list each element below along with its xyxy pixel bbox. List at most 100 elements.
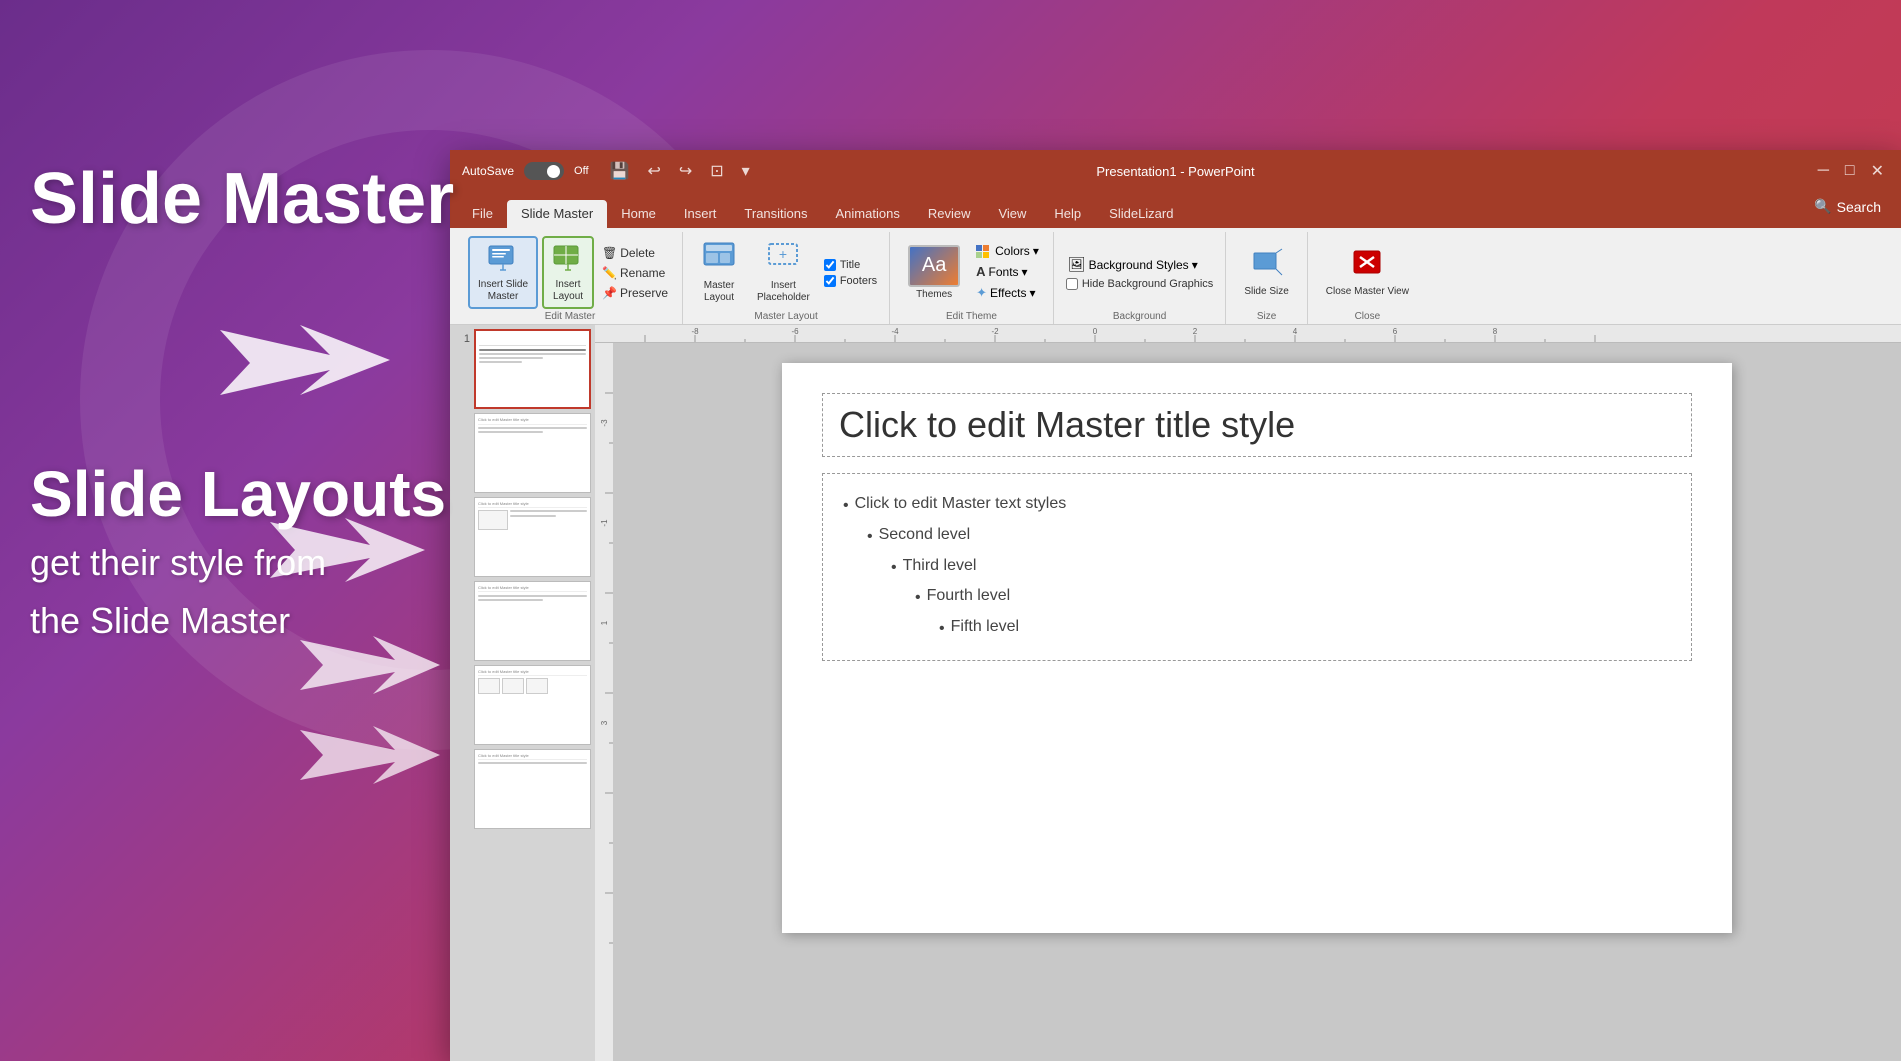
slide-thumb-6[interactable]: Click to edit Master title style	[474, 749, 591, 829]
close-icon[interactable]: ✕	[1866, 158, 1889, 184]
slide-thumb-3[interactable]: Click to edit Master title style	[474, 497, 591, 577]
slide-title-placeholder[interactable]: Click to edit Master title style	[822, 393, 1692, 457]
tab-review[interactable]: Review	[914, 200, 985, 228]
background-styles-button[interactable]: 🖼 Background Styles ▾	[1064, 254, 1215, 275]
close-master-view-icon	[1350, 247, 1384, 284]
footers-checkbox-label: Footers	[840, 275, 877, 287]
thumb-box-5c	[526, 678, 548, 694]
thumb-line-3a	[510, 510, 587, 512]
slide-canvas[interactable]: Click to edit Master title style • Click…	[782, 363, 1732, 933]
close-master-view-button[interactable]: Close Master View	[1318, 243, 1417, 302]
edit-theme-label: Edit Theme	[946, 309, 997, 322]
bullet-item-4: • Fourth level	[843, 582, 1671, 613]
insert-slide-master-button[interactable]: Insert SlideMaster	[468, 236, 538, 309]
tab-slidelizard[interactable]: SlideLizard	[1095, 200, 1187, 228]
effects-icon: ✦	[976, 285, 987, 301]
thumb-line-2b	[478, 431, 543, 433]
save-icon[interactable]: 💾	[605, 158, 635, 184]
thumb-title-5: Click to edit Master title style	[478, 669, 587, 676]
slide-size-button[interactable]: Slide Size	[1236, 243, 1296, 302]
insert-layout-button[interactable]: InsertLayout	[542, 236, 594, 309]
slide-content-placeholder[interactable]: • Click to edit Master text styles • Sec…	[822, 473, 1692, 661]
autosave-toggle[interactable]	[524, 162, 564, 180]
insert-placeholder-button[interactable]: + InsertPlaceholder	[749, 237, 818, 308]
tab-slide-master[interactable]: Slide Master	[507, 200, 607, 228]
bullet-text-1: Click to edit Master text styles	[855, 490, 1067, 521]
hide-background-label: Hide Background Graphics	[1082, 278, 1213, 290]
delete-icon: 🗑	[602, 246, 617, 260]
themes-button[interactable]: Aa Themes	[900, 241, 968, 305]
effects-button[interactable]: ✦ Effects ▾	[972, 283, 1043, 303]
tab-transitions[interactable]: Transitions	[730, 200, 821, 228]
master-layout-group: MasterLayout + InsertPlaceholder	[683, 232, 890, 324]
dropdown-icon[interactable]: ▾	[737, 158, 755, 184]
bullet-dot-1: •	[843, 492, 849, 521]
tab-insert[interactable]: Insert	[670, 200, 731, 228]
svg-text:8: 8	[1493, 327, 1498, 336]
thumb-box-5a	[478, 678, 500, 694]
colors-button[interactable]: Colors ▾	[972, 242, 1043, 260]
title-bar-controls: ─ □ ✕	[1813, 158, 1889, 184]
minimize-icon[interactable]: ─	[1813, 159, 1834, 183]
hide-background-input[interactable]	[1066, 278, 1078, 290]
color-sq-orange	[983, 245, 989, 251]
slide-canvas-wrap: Click to edit Master title style • Click…	[613, 343, 1901, 1061]
slide-thumb-wrap-3: Click to edit Master title style	[454, 497, 591, 577]
hide-background-checkbox[interactable]: Hide Background Graphics	[1064, 277, 1215, 291]
slide-edit-area: -8 -6 -4 -2 0 2 4 6 8	[595, 325, 1901, 1061]
svg-text:-1: -1	[600, 519, 609, 527]
thumb-title-2: Click to edit Master title style	[478, 417, 587, 425]
thumb-boxes-5	[478, 678, 587, 694]
delete-button[interactable]: 🗑 Delete	[598, 244, 672, 262]
undo-icon[interactable]: ↩	[642, 158, 665, 184]
tab-animations[interactable]: Animations	[822, 200, 914, 228]
thumb-line-1c	[479, 357, 543, 359]
fonts-button[interactable]: A Fonts ▾	[972, 262, 1043, 281]
bullet-item-1: • Click to edit Master text styles	[843, 490, 1671, 521]
master-layout-button[interactable]: MasterLayout	[693, 237, 745, 308]
effects-dropdown-icon: ▾	[1030, 286, 1036, 300]
bullet-item-3: • Third level	[843, 552, 1671, 583]
color-sq-green	[976, 252, 982, 258]
slide-size-label: Slide Size	[1244, 286, 1288, 298]
footers-checkbox[interactable]: Footers	[822, 274, 879, 288]
svg-text:-6: -6	[791, 327, 799, 336]
svg-text:-4: -4	[891, 327, 899, 336]
title-checkbox-input[interactable]	[824, 259, 836, 271]
preserve-button[interactable]: 📌 Preserve	[598, 284, 672, 302]
fonts-dropdown-icon: ▾	[1022, 265, 1028, 279]
slide-thumb-wrap-1: 1	[454, 329, 591, 409]
footers-checkbox-input[interactable]	[824, 275, 836, 287]
slide-thumb-2[interactable]: Click to edit Master title style	[474, 413, 591, 493]
rename-button[interactable]: ✏️ Rename	[598, 264, 672, 282]
redo-icon[interactable]: ↪	[674, 158, 697, 184]
rename-icon: ✏️	[602, 266, 617, 280]
slide-thumb-4[interactable]: Click to edit Master title style	[474, 581, 591, 661]
title-checkbox[interactable]: Title	[822, 258, 879, 272]
size-buttons: Slide Size	[1236, 236, 1296, 309]
tab-file[interactable]: File	[458, 200, 507, 228]
bullet-dot-2: •	[867, 523, 873, 552]
themes-icon: Aa	[908, 245, 960, 287]
slide-thumb-5[interactable]: Click to edit Master title style	[474, 665, 591, 745]
svg-text:0: 0	[1093, 327, 1098, 336]
maximize-icon[interactable]: □	[1840, 159, 1860, 183]
slide-thumb-content-5: Click to edit Master title style	[478, 669, 587, 741]
svg-text:3: 3	[600, 720, 609, 725]
search-label[interactable]: Search	[1837, 199, 1881, 215]
bullet-text-4: Fourth level	[927, 582, 1011, 613]
bullet-dot-4: •	[915, 584, 921, 613]
bullet-text-2: Second level	[879, 521, 971, 552]
tab-help[interactable]: Help	[1040, 200, 1095, 228]
background-col: 🖼 Background Styles ▾ Hide Background Gr…	[1064, 254, 1215, 291]
tab-home[interactable]: Home	[607, 200, 670, 228]
tab-view[interactable]: View	[984, 200, 1040, 228]
slideshow-icon[interactable]: ⊡	[705, 158, 728, 184]
thumb-title-6: Click to edit Master title style	[478, 753, 587, 760]
edit-actions-col: 🗑 Delete ✏️ Rename 📌 Preserve	[598, 244, 672, 302]
slide-thumb-1[interactable]	[474, 329, 591, 409]
autosave-label: AutoSave	[462, 164, 514, 178]
master-layout-icon	[702, 241, 736, 278]
slides-panel: 1 Click to edit Master title sty	[450, 325, 595, 1061]
slide-thumb-wrap-6: Click to edit Master title style	[454, 749, 591, 829]
